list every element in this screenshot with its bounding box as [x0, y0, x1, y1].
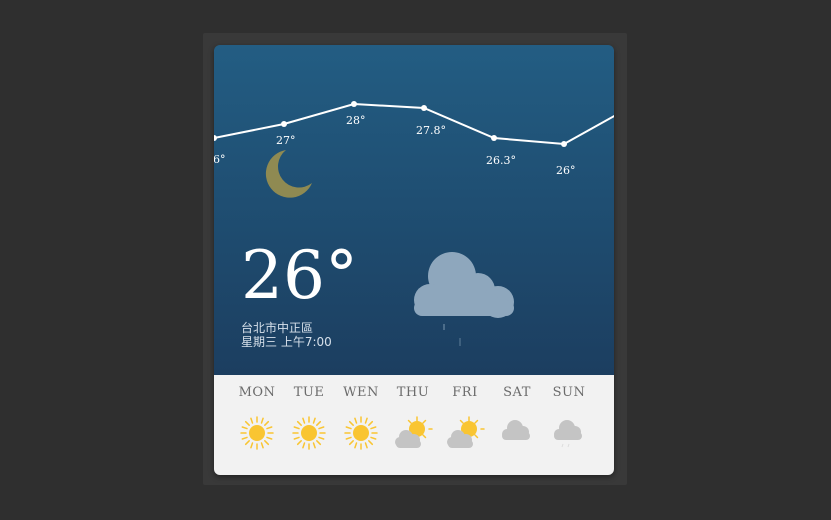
temperature-line [214, 102, 614, 146]
sun-icon [344, 416, 378, 450]
weekly-forecast: MON TUE WEN THU FRI SAT SUN [214, 375, 614, 475]
moon-icon [265, 150, 312, 198]
day-label: WEN [343, 385, 379, 400]
temperature-point [561, 141, 567, 147]
hourly-temp-label: 28° [346, 114, 366, 127]
forecast-day-fri[interactable]: FRI [439, 375, 491, 475]
day-label: TUE [293, 385, 325, 400]
hourly-temp-label: 26° [214, 153, 226, 166]
temperature-point [351, 101, 357, 107]
datetime-label: 星期三 上午7:00 [241, 335, 332, 349]
hourly-temp-label: 26.3° [486, 154, 516, 167]
cloud-icon [502, 420, 530, 440]
forecast-day-thu[interactable]: THU [387, 375, 439, 475]
day-label: FRI [452, 385, 478, 400]
forecast-day-sat[interactable]: SAT [491, 375, 543, 475]
sun-icon [292, 416, 326, 450]
temperature-point [421, 105, 427, 111]
current-temperature: 26° [241, 237, 358, 314]
hourly-temp-label: 27° [276, 134, 296, 147]
day-label: MON [238, 385, 276, 400]
day-label: SUN [552, 385, 586, 400]
temperature-point [491, 135, 497, 141]
sun-cloud-icon [395, 416, 433, 448]
rain-cloud-icon [414, 252, 514, 346]
hourly-temp-label: 26° [556, 164, 576, 177]
current-weather-panel: 26° 27° 28° 27.8° 26.3° 26° 26° 台北市中正區 星… [214, 45, 614, 375]
weather-card: 26° 27° 28° 27.8° 26.3° 26° 26° 台北市中正區 星… [214, 45, 614, 475]
day-label: SAT [503, 385, 531, 400]
day-label: THU [396, 385, 430, 400]
forecast-day-mon[interactable]: MON [231, 375, 283, 475]
forecast-day-sun[interactable]: SUN [543, 375, 595, 475]
sun-icon [240, 416, 274, 450]
temperature-point [281, 121, 287, 127]
temperature-point [214, 135, 217, 141]
forecast-day-tue[interactable]: TUE [283, 375, 335, 475]
hourly-temp-label: 27.8° [416, 124, 446, 137]
cloud-rain-icon [554, 420, 582, 448]
location-label: 台北市中正區 [241, 321, 314, 335]
forecast-day-wen[interactable]: WEN [335, 375, 387, 475]
sun-cloud-icon [447, 416, 485, 448]
